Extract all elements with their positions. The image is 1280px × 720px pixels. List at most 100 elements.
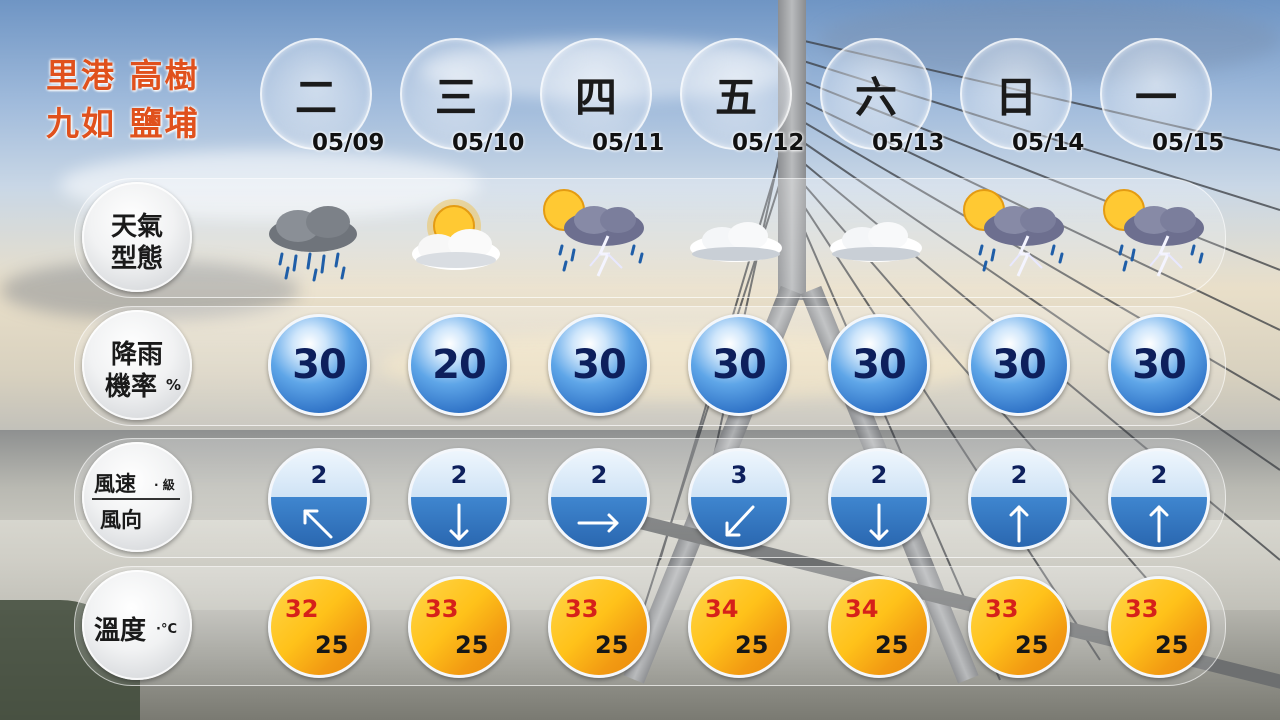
wind-row-label: 風速 · 級 風向	[82, 442, 192, 552]
wind-speed-unit: 級	[162, 478, 175, 492]
rain-probability-cell: 30	[548, 314, 650, 416]
day-name: 二	[294, 73, 337, 122]
temperature-cell: 33 25	[408, 576, 510, 678]
wind-cell: 3	[688, 448, 790, 550]
wind-level-value: 2	[590, 461, 608, 489]
wind-ball: 2	[1108, 448, 1210, 550]
day-header: 日 05/14	[960, 38, 1100, 158]
temperature-high: 32	[285, 595, 319, 623]
rain-probability-value: 30	[852, 342, 907, 388]
day-name: 日	[994, 73, 1037, 122]
wind-cell: 2	[968, 448, 1070, 550]
wind-cell: 2	[1108, 448, 1210, 550]
southwest-arrow-icon	[715, 501, 763, 545]
day-date: 05/12	[732, 130, 805, 156]
rain-probability-ball: 30	[968, 314, 1070, 416]
temp-label: 溫度	[94, 616, 147, 646]
rain-probability-ball: 30	[688, 314, 790, 416]
day-name: 四	[574, 73, 617, 122]
wind-speed-label: 風速	[94, 472, 136, 496]
wind-level-value: 2	[1150, 461, 1168, 489]
sun-thunderstorm-icon	[1098, 188, 1218, 292]
wind-cell: 2	[828, 448, 930, 550]
rain-probability-ball: 30	[548, 314, 650, 416]
wind-ball: 2	[968, 448, 1070, 550]
wind-cell: 2	[408, 448, 510, 550]
cloud-icon	[818, 196, 938, 290]
temp-row-label: 溫度 ·°C	[82, 570, 192, 680]
wind-level-value: 2	[1010, 461, 1028, 489]
temperature-low: 25	[315, 631, 349, 659]
wind-level-value: 2	[310, 461, 328, 489]
day-date: 05/14	[1012, 130, 1085, 156]
temperature-high: 33	[565, 595, 599, 623]
wind-ball: 3	[688, 448, 790, 550]
right-arrow-icon	[575, 501, 623, 545]
temperature-ball: 34 25	[688, 576, 790, 678]
temperature-low: 25	[875, 631, 909, 659]
rain-probability-ball: 20	[408, 314, 510, 416]
day-date: 05/15	[1152, 130, 1225, 156]
sun-thunderstorm-icon	[538, 188, 658, 292]
rain-probability-cell: 30	[828, 314, 930, 416]
up-arrow-icon	[995, 501, 1043, 545]
weather-label-line-2: 型態	[110, 244, 163, 274]
wind-level-value: 2	[450, 461, 468, 489]
wind-ball: 2	[548, 448, 650, 550]
day-date: 05/13	[872, 130, 945, 156]
temperature-ball: 33 25	[1108, 576, 1210, 678]
rain-probability-value: 30	[712, 342, 767, 388]
temperature-ball: 33 25	[548, 576, 650, 678]
rain-probability-cell: 30	[968, 314, 1070, 416]
temperature-low: 25	[455, 631, 489, 659]
wind-level-value: 3	[730, 461, 748, 489]
temperature-low: 25	[735, 631, 769, 659]
rain-probability-cell: 20	[408, 314, 510, 416]
cloud-rain-icon	[258, 196, 378, 290]
day-header: 六 05/13	[820, 38, 960, 158]
rain-probability-value: 30	[1132, 342, 1187, 388]
temperature-cell: 33 25	[1108, 576, 1210, 678]
wind-cell: 2	[548, 448, 650, 550]
rain-probability-ball: 30	[268, 314, 370, 416]
temperature-high: 33	[985, 595, 1019, 623]
down-arrow-icon	[855, 501, 903, 545]
rain-probability-value: 30	[292, 342, 347, 388]
temperature-ball: 33 25	[408, 576, 510, 678]
location-title: 里港 高樹 九如 鹽埔	[46, 52, 200, 148]
rain-row-label: 降雨 機率 %	[82, 310, 192, 420]
temperature-cell: 34 25	[828, 576, 930, 678]
temperature-low: 25	[595, 631, 629, 659]
day-name: 五	[714, 73, 757, 122]
day-header: 一 05/15	[1100, 38, 1240, 158]
wind-ball: 2	[408, 448, 510, 550]
temperature-ball: 33 25	[968, 576, 1070, 678]
rain-probability-ball: 30	[828, 314, 930, 416]
rain-probability-cell: 30	[1108, 314, 1210, 416]
up-arrow-icon	[1135, 501, 1183, 545]
sun-cloud-icon	[398, 196, 518, 290]
wind-ball: 2	[268, 448, 370, 550]
northwest-arrow-icon	[295, 501, 343, 545]
temperature-high: 33	[425, 595, 459, 623]
wind-label-divider	[92, 498, 180, 500]
rain-probability-ball: 30	[1108, 314, 1210, 416]
rain-probability-cell: 30	[268, 314, 370, 416]
day-name: 六	[854, 73, 897, 122]
day-name: 三	[434, 73, 477, 122]
temperature-high: 34	[705, 595, 739, 623]
cloud-icon	[678, 196, 798, 290]
temperature-cell: 34 25	[688, 576, 790, 678]
day-header: 三 05/10	[400, 38, 540, 158]
day-header-row: 二 05/09 三 05/10 四 05/11 五 05/12 六 05/13 …	[260, 38, 1280, 158]
wind-direction-label: 風向	[100, 508, 142, 532]
temperature-low: 25	[1155, 631, 1189, 659]
temperature-cell: 32 25	[268, 576, 370, 678]
temperature-high: 34	[845, 595, 879, 623]
rain-probability-value: 30	[992, 342, 1047, 388]
temperature-ball: 34 25	[828, 576, 930, 678]
day-header: 四 05/11	[540, 38, 680, 158]
location-line-1: 里港 高樹	[46, 56, 200, 95]
day-name: 一	[1134, 73, 1177, 122]
temperature-low: 25	[1015, 631, 1049, 659]
